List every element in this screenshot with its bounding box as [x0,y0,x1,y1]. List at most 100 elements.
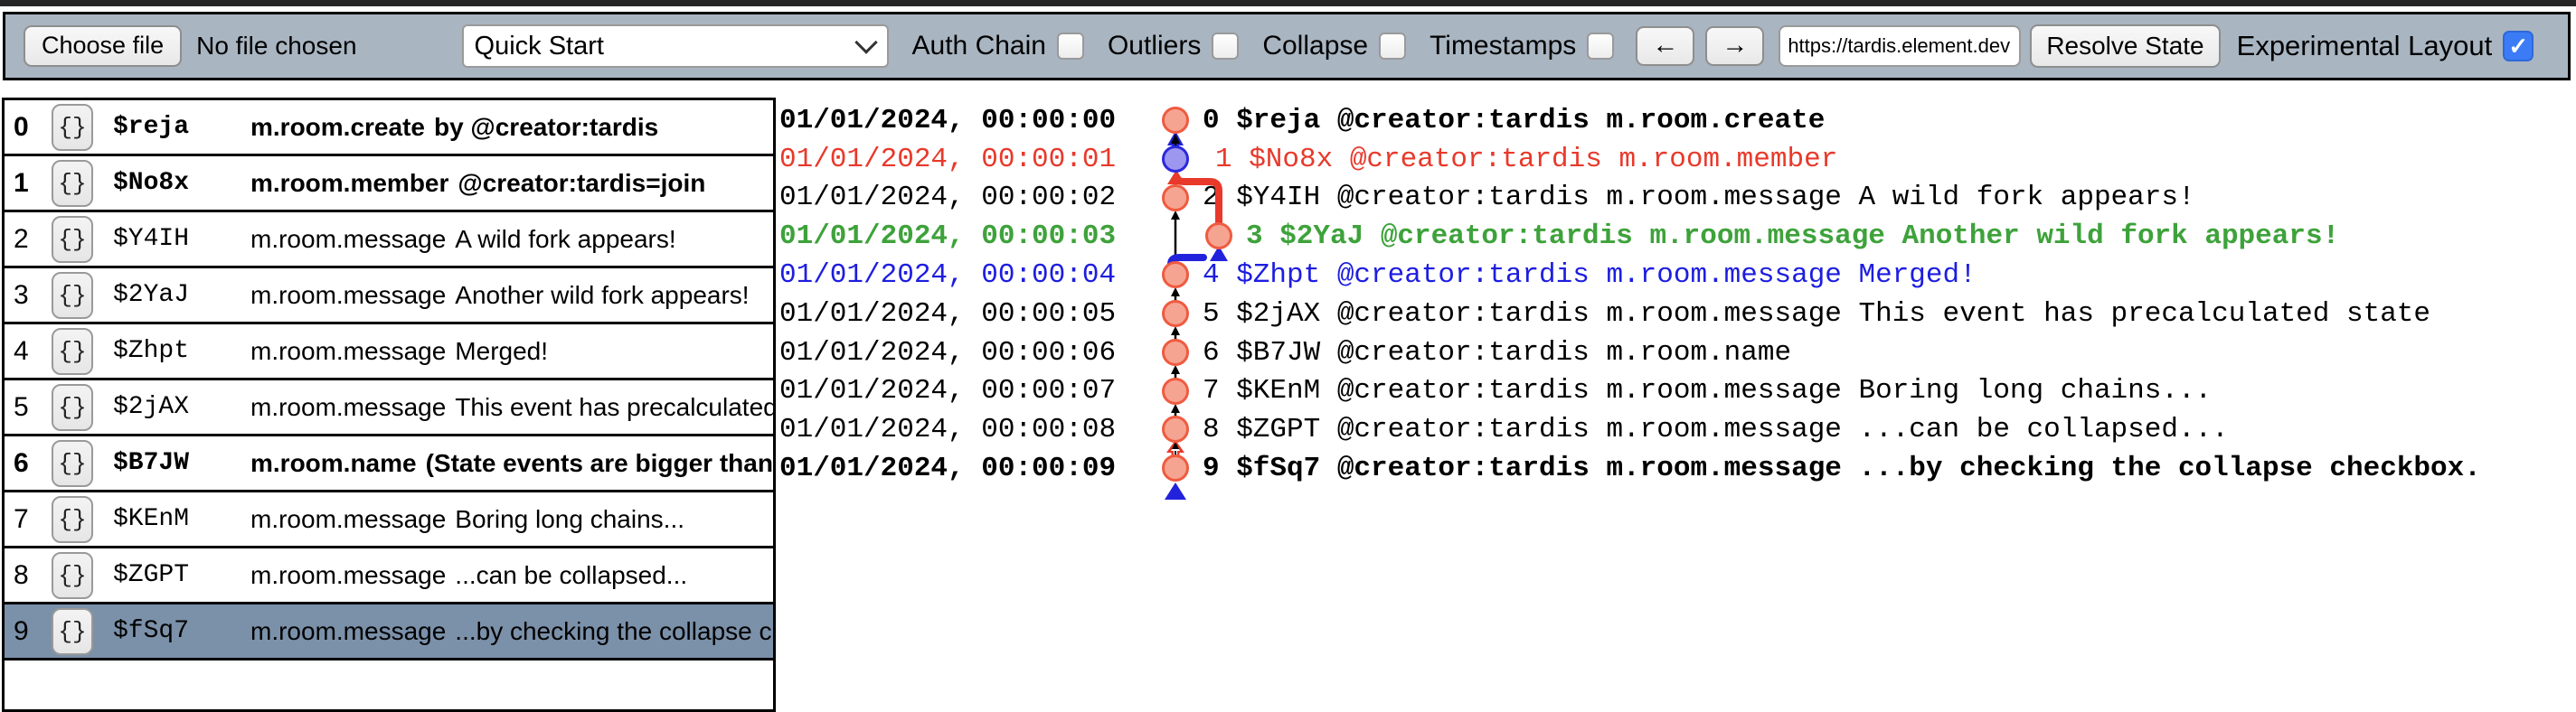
event-list-row[interactable]: 8 {} $ZGPT m.room.message ...can be coll… [5,548,773,604]
event-list-row[interactable]: 6 {} $B7JW m.room.name (State events are… [5,436,773,492]
timeline-row[interactable]: 01/01/2024, 00:00:06 6 $B7JW @creator:ta… [779,333,2576,372]
dag-node-3[interactable] [1207,224,1231,248]
event-type: m.room.message [250,281,446,310]
dag-node-8[interactable] [1164,417,1188,442]
experimental-layout-label: Experimental Layout [2237,30,2493,62]
event-list-row[interactable]: 0 {} $reja m.room.create by @creator:tar… [5,100,773,156]
event-content: A wild fork appears! [455,225,675,254]
top-border-strip [0,0,2576,6]
timeline-row[interactable]: 01/01/2024, 00:00:00 0 $reja @creator:ta… [779,101,2576,140]
dag-node-4[interactable] [1164,263,1188,287]
timeline-index: 8 [1203,414,1220,445]
event-id: $Zhpt [113,337,250,365]
timeline-row[interactable]: 01/01/2024, 00:00:07 7 $KEnM @creator:ta… [779,372,2576,411]
timeline-timestamp: 01/01/2024, 00:00:02 [779,182,1116,213]
timeline-event-id: $Y4IH [1236,182,1320,213]
event-list-row[interactable]: 9 {} $fSq7 m.room.message ...by checking… [5,604,773,660]
choose-file-button[interactable]: Choose file [24,25,182,67]
timeline-row[interactable]: 01/01/2024, 00:00:09 9 $fSq7 @creator:ta… [779,449,2576,488]
dag-node-7[interactable] [1164,379,1188,404]
timeline-row[interactable]: 01/01/2024, 00:00:08 8 $ZGPT @creator:ta… [779,410,2576,449]
event-content: This event has precalculated state [455,393,773,422]
event-type: m.room.message [250,505,446,534]
timeline-timestamp: 01/01/2024, 00:00:09 [779,453,1116,484]
json-toggle-button[interactable]: {} [52,496,93,543]
dag-node-0[interactable] [1164,108,1188,133]
checkbox[interactable] [1212,33,1239,60]
timeline-event-id: $2YaJ [1279,220,1363,252]
json-toggle-button[interactable]: {} [52,160,93,207]
timeline-row[interactable]: 01/01/2024, 00:00:04 4 $Zhpt @creator:ta… [779,256,2576,295]
event-list-row[interactable]: 1 {} $No8x m.room.member @creator:tardis… [5,156,773,212]
event-type: m.room.message [250,617,446,646]
json-toggle-button[interactable]: {} [52,440,93,487]
dag-node-5[interactable] [1164,302,1188,326]
timeline-timestamp: 01/01/2024, 00:00:04 [779,259,1116,291]
event-type: m.room.message [250,225,446,254]
timeline-row[interactable]: 01/01/2024, 00:00:05 5 $2jAX @creator:ta… [779,295,2576,333]
event-index: 9 [14,616,46,647]
timeline-timestamp: 01/01/2024, 00:00:05 [779,298,1116,330]
timeline-event-id: $2jAX [1236,298,1320,330]
event-id: $No8x [113,169,250,197]
resolve-state-button[interactable]: Resolve State [2030,24,2220,69]
event-id: $B7JW [113,449,250,477]
dag-node-9[interactable] [1164,456,1188,481]
timeline-event-type: m.room.create [1606,105,1825,136]
checkbox[interactable] [1057,33,1084,60]
timeline-panel: 01/01/2024, 00:00:00 0 $reja @creator:ta… [779,101,2576,488]
event-list-row[interactable]: 2 {} $Y4IH m.room.message A wild fork ap… [5,212,773,268]
event-index: 1 [14,168,46,199]
checkbox-label: Timestamps [1430,31,1576,61]
next-button[interactable]: → [1705,26,1764,66]
server-url-input[interactable] [1779,25,2021,67]
json-toggle-button[interactable]: {} [52,216,93,263]
dag-node-6[interactable] [1164,341,1188,365]
event-id: $KEnM [113,505,250,533]
event-index: 4 [14,336,46,367]
event-list-row[interactable]: 4 {} $Zhpt m.room.message Merged! [5,324,773,380]
timeline-event-content: A wild fork appears! [1859,182,2195,213]
timeline-timestamp: 01/01/2024, 00:00:07 [779,375,1116,407]
timeline-row[interactable]: 01/01/2024, 00:00:01 1 $No8x @creator:ta… [779,140,2576,179]
file-status-label: No file chosen [196,32,356,61]
event-list-row[interactable]: 7 {} $KEnM m.room.message Boring long ch… [5,492,773,548]
timeline-sender: @creator:tardis [1337,414,1590,445]
timeline-index: 4 [1203,259,1220,291]
timeline-sender: @creator:tardis [1337,105,1590,136]
event-type: m.room.message [250,337,446,366]
timeline-row[interactable]: 01/01/2024, 00:00:03 3 $2YaJ @creator:ta… [779,217,2576,256]
timeline-text: 8 $ZGPT @creator:tardis m.room.message .… [1203,410,2229,449]
scenario-select[interactable]: Quick Start [462,24,889,68]
event-list-row[interactable]: 3 {} $2YaJ m.room.message Another wild f… [5,268,773,324]
timeline-timestamp: 01/01/2024, 00:00:01 [779,144,1116,175]
event-list-panel: 0 {} $reja m.room.create by @creator:tar… [2,98,776,712]
json-toggle-button[interactable]: {} [52,384,93,431]
timeline-event-type: m.room.message [1606,182,1841,213]
timeline-row[interactable]: 01/01/2024, 00:00:02 2 $Y4IH @creator:ta… [779,179,2576,218]
timeline-event-id: $fSq7 [1236,453,1320,484]
event-id: $ZGPT [113,561,250,589]
json-toggle-button[interactable]: {} [52,608,93,655]
checkbox[interactable] [1587,33,1614,60]
json-toggle-button[interactable]: {} [52,552,93,599]
event-list-row[interactable]: 5 {} $2jAX m.room.message This event has… [5,380,773,436]
event-index: 2 [14,224,46,255]
event-index: 3 [14,280,46,311]
dag-node-2[interactable] [1164,186,1188,211]
timeline-text: 0 $reja @creator:tardis m.room.create [1203,101,1825,140]
json-toggle-button[interactable]: {} [52,104,93,151]
prev-button[interactable]: ← [1636,26,1694,66]
json-toggle-button[interactable]: {} [52,328,93,375]
dag-node-1[interactable] [1164,147,1188,172]
event-id: $reja [113,113,250,141]
event-content: Another wild fork appears! [455,281,749,310]
timeline-event-type: m.room.message [1606,453,1841,484]
timeline-text: 4 $Zhpt @creator:tardis m.room.message M… [1203,256,1977,295]
timeline-sender: @creator:tardis [1337,182,1590,213]
event-content: Boring long chains... [455,505,684,534]
checkbox[interactable] [1379,33,1406,60]
experimental-layout-checkbox[interactable]: ✓ [2503,31,2534,61]
event-index: 8 [14,560,46,591]
json-toggle-button[interactable]: {} [52,272,93,319]
